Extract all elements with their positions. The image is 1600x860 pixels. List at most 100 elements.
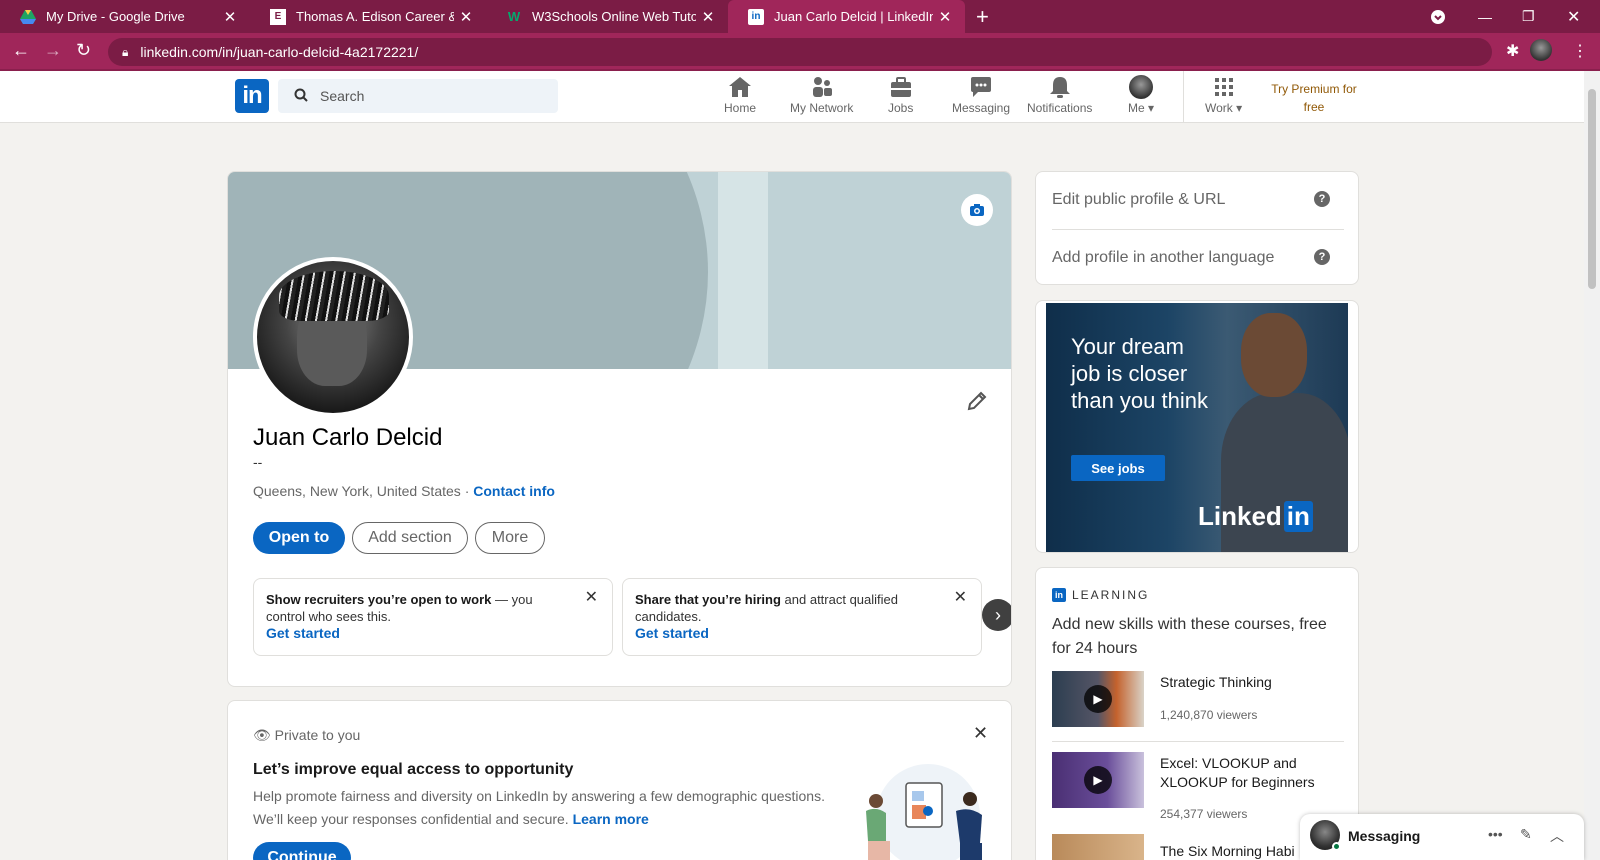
restore-icon[interactable]: ❐ [1522,0,1535,33]
tab-edison[interactable]: E Thomas A. Edison Career & Techn ✕ [250,0,486,33]
nav-my-network[interactable]: My Network [790,75,853,115]
nav-label: Me ▾ [1128,101,1155,115]
scrollbar-thumb[interactable] [1588,89,1596,289]
chevron-right-icon[interactable]: › [982,599,1011,631]
course-title: Excel: VLOOKUP and XLOOKUP for Beginners [1160,755,1315,790]
nav-me[interactable]: Me ▾ [1128,75,1154,115]
profile-avatar-icon[interactable] [1530,39,1552,61]
help-icon[interactable]: ? [1314,249,1330,265]
close-window-icon[interactable]: ✕ [1567,0,1580,33]
close-tab-icon[interactable]: ✕ [454,8,478,26]
profile-location: Queens, New York, United States · Contac… [253,483,555,499]
profile-name: Juan Carlo Delcid [253,424,443,451]
play-icon: ▶ [1084,685,1112,713]
nav-jobs[interactable]: Jobs [888,75,913,115]
tab-google-drive[interactable]: My Drive - Google Drive ✕ [0,0,250,33]
linkedin-icon: in [1052,588,1066,602]
private-card-description: Help promote fairness and diversity on L… [253,788,825,827]
search-input[interactable]: Search [278,79,558,113]
edit-public-profile-link[interactable]: Edit public profile & URL ? [1052,172,1344,228]
get-started-link[interactable]: Get started [635,625,939,642]
messaging-label: Messaging [1348,828,1421,844]
play-icon: ▶ [1084,766,1112,794]
more-button[interactable]: More [475,522,545,554]
nav-label: My Network [790,101,854,115]
close-icon[interactable]: ✕ [973,723,988,744]
course-thumbnail: ▶ [1052,671,1144,727]
more-options-icon[interactable]: ••• [1488,826,1503,842]
learn-more-link[interactable]: Learn more [573,811,649,827]
menu-icon[interactable]: ⋮ [1572,41,1588,61]
minimize-icon[interactable]: — [1478,0,1492,33]
close-icon[interactable]: ✕ [585,589,598,606]
forward-icon[interactable]: → [44,40,62,61]
continue-button[interactable]: Continue [253,842,351,860]
address-bar[interactable]: 🔒︎ linkedin.com/in/juan-carlo-delcid-4a2… [108,38,1492,66]
get-started-link[interactable]: Get started [266,625,570,642]
tab-search-icon[interactable] [1430,0,1446,33]
caret-down-icon: ▾ [1148,101,1155,115]
nav-label: Notifications [1027,101,1093,115]
compose-icon[interactable]: ✎ [1520,826,1532,843]
add-language-link[interactable]: Add profile in another language ? [1052,230,1344,284]
caret-down-icon: ▾ [1236,101,1243,115]
private-label: 👁︎ Private to you [253,727,361,743]
nav-notifications[interactable]: Notifications [1027,75,1092,115]
promo-bold: Show recruiters you’re open to work [266,592,492,607]
try-premium-link[interactable]: Try Premium for free [1262,80,1366,116]
ad-text: Your dream job is closer than you think [1071,334,1208,413]
course-viewers: 1,240,870 viewers [1160,708,1258,722]
close-tab-icon[interactable]: ✕ [696,8,720,26]
tab-linkedin[interactable]: in Juan Carlo Delcid | LinkedIn ✕ [728,0,965,33]
bell-icon [1048,75,1072,99]
google-drive-icon [20,9,36,25]
linkedin-logo[interactable]: in [235,79,269,113]
linkedin-ad-logo: Linked in [1198,501,1313,532]
open-to-button[interactable]: Open to [253,522,345,554]
chevron-up-icon[interactable]: ︿ [1550,826,1564,846]
private-card: 👁︎ Private to you ✕ Let’s improve equal … [227,700,1012,860]
browser-tab-bar: My Drive - Google Drive ✕ E Thomas A. Ed… [0,0,1600,33]
extensions-icon[interactable]: ✱ [1506,41,1519,61]
nav-label: Messaging [952,101,1011,115]
tab-w3schools[interactable]: W W3Schools Online Web Tutorials ✕ [486,0,728,33]
add-section-button[interactable]: Add section [352,522,468,554]
nav-label: Work ▾ [1205,101,1243,115]
reload-icon[interactable]: ↻ [76,40,91,61]
nav-home[interactable]: Home [724,75,756,115]
page-scrollbar[interactable] [1584,71,1600,860]
nav-work[interactable]: Work ▾ [1205,75,1242,115]
tab-title: My Drive - Google Drive [46,9,185,24]
profile-photo[interactable] [253,257,413,417]
search-icon [294,88,308,105]
back-icon[interactable]: ← [12,40,30,61]
location-text: Queens, New York, United States [253,483,461,499]
help-icon[interactable]: ? [1314,191,1330,207]
messaging-bar[interactable]: Messaging ••• ✎ ︿ [1300,814,1584,860]
course-item[interactable]: ▶ Excel: VLOOKUP and XLOOKUP for Beginne… [1052,752,1344,822]
learning-subtitle: Add new skills with these courses, free … [1052,616,1327,657]
course-title: Strategic Thinking [1160,674,1272,690]
new-tab-icon[interactable]: + [976,4,989,30]
close-tab-icon[interactable]: ✕ [933,8,957,26]
linkedin-icon: in [748,8,764,25]
edit-pencil-icon[interactable] [966,390,988,418]
course-viewers: 254,377 viewers [1160,807,1248,821]
close-icon[interactable]: ✕ [954,589,967,606]
tab-title: Juan Carlo Delcid | LinkedIn [774,9,933,24]
ad-image[interactable]: Your dream job is closer than you think … [1046,303,1348,552]
promo-bold: Share that you’re hiring [635,592,781,607]
divider [1052,741,1344,742]
linkedin-header: in Search Home My Network Jobs Messaging [0,71,1584,123]
nav-messaging[interactable]: Messaging [952,75,1010,115]
course-thumbnail [1052,834,1144,860]
close-tab-icon[interactable]: ✕ [218,8,242,26]
grid-icon [1212,75,1236,99]
course-item[interactable]: ▶ Strategic Thinking 1,240,870 viewers [1052,671,1344,727]
briefcase-icon [889,75,913,99]
camera-icon[interactable] [961,194,993,226]
url-text: linkedin.com/in/juan-carlo-delcid-4a2172… [140,44,419,60]
lock-icon: 🔒︎ [122,44,129,59]
contact-info-link[interactable]: Contact info [473,483,555,499]
see-jobs-button[interactable]: See jobs [1071,455,1165,481]
